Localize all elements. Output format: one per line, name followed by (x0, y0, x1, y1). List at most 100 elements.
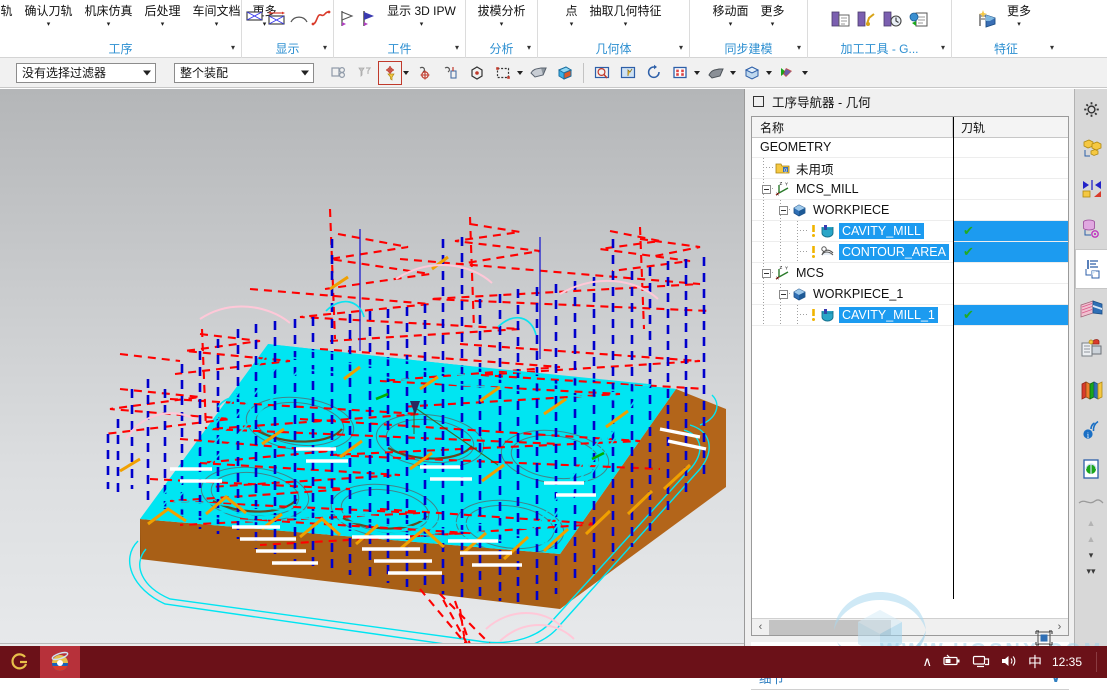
tree-row[interactable]: Z Y X MCS (752, 263, 1068, 284)
tree-row[interactable]: CONTOUR_AREA ✔ (752, 242, 1068, 263)
wcs-origin-icon[interactable] (412, 60, 438, 86)
tool-time-icon[interactable] (880, 6, 906, 32)
show-desktop-divider[interactable] (1096, 652, 1097, 672)
selection-filter-dropdown[interactable]: 没有选择过滤器 (16, 62, 156, 83)
feature-wizard-icon[interactable] (975, 6, 1001, 32)
display-arc-icon[interactable] (288, 6, 310, 32)
chevron-down-icon[interactable]: ▾ (500, 21, 504, 28)
wcs-dynamic-icon[interactable] (438, 60, 464, 86)
tree-row[interactable]: GEOMETRY (752, 137, 1068, 158)
tree-row-name-cell[interactable]: CAVITY_MILL_1 (752, 305, 953, 325)
tree-row[interactable]: WORKPIECE (752, 200, 1068, 221)
render-style-icon[interactable] (703, 60, 729, 86)
operation-tree[interactable]: 名称 刀轨 GEOMETRY g 未用项 Z Y X MCS_MILL WORKPIECE CA… (751, 116, 1069, 636)
chevron-down-icon[interactable]: ▾ (161, 21, 165, 28)
generate-toolpath-icon[interactable]: 生成刀轨▾ (0, 1, 18, 37)
history-browser-icon[interactable] (1075, 449, 1107, 489)
shop-documentation-icon[interactable]: 车间文档 ▾ (187, 1, 247, 37)
view-orient-icon[interactable] (739, 60, 765, 86)
pan-icon[interactable] (615, 60, 641, 86)
show-3d-ipw-icon[interactable]: 显示 3D IPW ▾ (381, 1, 462, 37)
tree-row-toolpath-cell[interactable]: ✔ (953, 221, 1068, 241)
chevron-down-icon[interactable]: ▾ (1017, 21, 1021, 28)
tree-expander-collapse[interactable] (779, 205, 788, 215)
tree-expander-collapse[interactable] (779, 289, 788, 299)
chevron-down-icon[interactable]: ▾ (771, 21, 775, 28)
tree-expander-collapse[interactable] (762, 184, 771, 194)
rail-scroll-end-button[interactable]: ▾▾ (1075, 563, 1107, 579)
more-icon[interactable]: 更多 ▾ (755, 1, 791, 37)
tool-list-icon[interactable] (828, 6, 854, 32)
ime-indicator[interactable]: 中 (1028, 652, 1042, 672)
point-icon[interactable]: 点 ▾ (559, 1, 583, 37)
chevron-down-icon[interactable] (730, 70, 736, 75)
rect-select-icon[interactable] (490, 60, 516, 86)
shaded-icon[interactable] (526, 60, 552, 86)
machining-database-icon[interactable] (1075, 289, 1107, 329)
part-navigator-icon[interactable] (1075, 169, 1107, 209)
display-spline-icon[interactable] (310, 6, 332, 32)
graphics-viewport[interactable] (0, 89, 744, 646)
tree-horizontal-scrollbar[interactable]: ‹ › (752, 618, 1068, 635)
chevron-down-icon[interactable] (403, 70, 409, 75)
tree-row-toolpath-cell[interactable] (953, 200, 1068, 220)
chevron-down-icon[interactable]: ▾ (941, 44, 945, 52)
chevron-down-icon[interactable]: ▾ (231, 44, 235, 52)
assembly-navigator-icon[interactable] (1075, 129, 1107, 169)
chevron-down-icon[interactable]: ▾ (215, 21, 219, 28)
zoom-window-icon[interactable] (667, 60, 693, 86)
rotate-icon[interactable] (641, 60, 667, 86)
panel-pin-icon[interactable] (753, 95, 764, 107)
more-icon[interactable]: 更多 ▾ (1001, 1, 1037, 37)
tree-row-toolpath-cell[interactable] (953, 284, 1068, 304)
tool-edit-icon[interactable] (854, 6, 880, 32)
tree-row-toolpath-cell[interactable] (953, 137, 1068, 157)
chevron-down-icon[interactable] (517, 70, 523, 75)
volume-icon[interactable] (1000, 654, 1018, 671)
tree-row[interactable]: CAVITY_MILL ✔ (752, 221, 1068, 242)
taskbar-clock[interactable]: 12:35 (1052, 655, 1082, 669)
tray-expand-chevron-icon[interactable]: ∧ (922, 654, 932, 670)
tree-row-name-cell[interactable]: Z Y X MCS_MILL (752, 179, 953, 199)
rail-scroll-down-button[interactable]: ▾ (1075, 547, 1107, 563)
viewport-minimize-icon[interactable] (1035, 630, 1053, 646)
tool-report-icon[interactable] (906, 6, 932, 32)
chevron-down-icon[interactable] (766, 70, 772, 75)
chevron-down-icon[interactable]: ▾ (679, 44, 683, 52)
chevron-down-icon[interactable]: ▾ (797, 44, 801, 52)
scroll-track[interactable] (769, 619, 1051, 635)
extract-geometry-icon[interactable]: 抽取几何特征 ▾ (584, 1, 668, 37)
select-feature-icon[interactable] (352, 60, 378, 86)
scroll-left-button[interactable]: ‹ (752, 620, 769, 635)
tree-row-name-cell[interactable]: WORKPIECE_1 (752, 284, 953, 304)
postprocess-icon[interactable]: 后处理 ▾ (139, 1, 187, 37)
network-icon[interactable] (972, 654, 990, 671)
reuse-library-icon[interactable] (1075, 209, 1107, 249)
column-header-name[interactable]: 名称 (752, 117, 953, 137)
tree-row-toolpath-cell[interactable] (953, 179, 1068, 199)
chevron-down-icon[interactable]: ▾ (527, 44, 531, 52)
system-materials-icon[interactable] (1075, 369, 1107, 409)
chevron-down-icon[interactable]: ▾ (47, 21, 51, 28)
column-header-toolpath[interactable]: 刀轨 (953, 117, 1068, 137)
chevron-down-icon[interactable]: ▾ (107, 21, 111, 28)
chevron-down-icon[interactable]: ▾ (1050, 44, 1054, 52)
flag-outline-icon[interactable] (337, 6, 359, 32)
face-select-icon[interactable] (464, 60, 490, 86)
shaded-edges-icon[interactable] (552, 60, 578, 86)
tree-row-name-cell[interactable]: g 未用项 (752, 158, 953, 178)
chevron-down-icon[interactable] (694, 70, 700, 75)
chevron-down-icon[interactable]: ▾ (570, 21, 574, 28)
tree-row-name-cell[interactable]: Z Y X MCS (752, 263, 953, 283)
chevron-down-icon[interactable]: ▾ (323, 44, 327, 52)
tree-row-name-cell[interactable]: GEOMETRY (752, 137, 953, 157)
scroll-thumb[interactable] (769, 619, 891, 635)
tree-row[interactable]: Z Y X MCS_MILL (752, 179, 1068, 200)
selection-scope-dropdown[interactable]: 整个装配 (174, 62, 314, 83)
tree-row[interactable]: CAVITY_MILL_1 ✔ (752, 305, 1068, 326)
chevron-down-icon[interactable]: ▾ (420, 21, 424, 28)
select-assembly-icon[interactable] (326, 60, 352, 86)
operation-navigator-icon[interactable] (1075, 249, 1107, 289)
chevron-down-icon[interactable] (802, 70, 808, 75)
display-dimension-icon[interactable] (266, 6, 288, 32)
